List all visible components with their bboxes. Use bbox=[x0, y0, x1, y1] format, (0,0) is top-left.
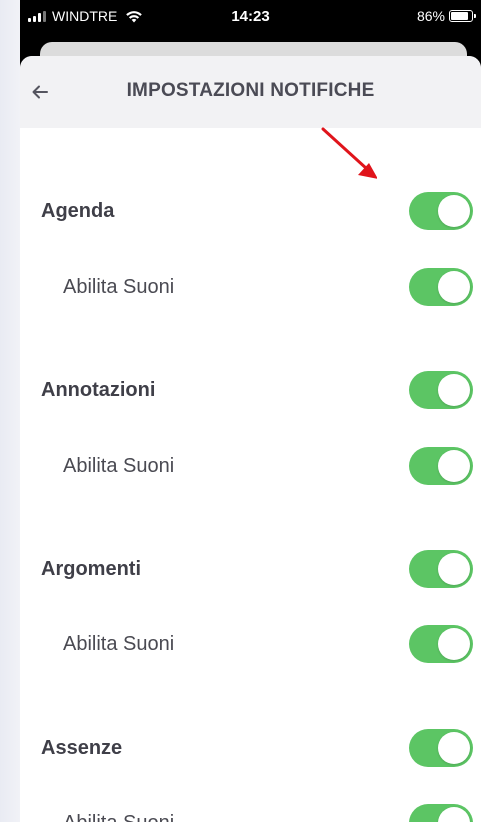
toggle-knob bbox=[438, 374, 470, 406]
toggle-knob bbox=[438, 195, 470, 227]
setting-row-agenda: Agenda bbox=[20, 191, 481, 231]
battery-level bbox=[451, 12, 469, 20]
setting-label: Assenze bbox=[41, 736, 123, 759]
toggle-knob bbox=[438, 271, 470, 303]
phone-screen: WINDTRE 14:23 86% IMPOSTAZIONI NOTIFICHE bbox=[20, 0, 481, 822]
battery-icon bbox=[449, 10, 476, 22]
setting-row-argomenti: Argomenti bbox=[20, 549, 481, 589]
setting-label: Argomenti bbox=[41, 557, 141, 580]
toggle-agenda[interactable] bbox=[409, 192, 473, 230]
battery-group: 86% bbox=[416, 8, 476, 24]
battery-percent: 86% bbox=[416, 8, 445, 24]
setting-row-agenda-sounds: Abilita Suoni bbox=[20, 267, 481, 307]
setting-row-argomenti-sounds: Abilita Suoni bbox=[20, 624, 481, 664]
toggle-annotazioni-sounds[interactable] bbox=[409, 447, 473, 485]
setting-sub-label: Abilita Suoni bbox=[63, 632, 175, 655]
status-bar: WINDTRE 14:23 86% bbox=[20, 0, 481, 44]
setting-sub-label: Abilita Suoni bbox=[63, 812, 174, 822]
toggle-agenda-sounds[interactable] bbox=[409, 268, 473, 306]
toggle-argomenti-sounds[interactable] bbox=[409, 625, 473, 663]
setting-row-assenze: Assenze bbox=[20, 728, 481, 768]
setting-sub-label: Abilita Suoni bbox=[63, 275, 175, 298]
toggle-knob bbox=[438, 732, 470, 764]
setting-label: Annotazioni bbox=[41, 378, 156, 401]
settings-sheet: IMPOSTAZIONI NOTIFICHE Agenda Abilita Su… bbox=[20, 56, 481, 822]
toggle-annotazioni[interactable] bbox=[409, 371, 473, 409]
toggle-assenze[interactable] bbox=[409, 729, 473, 767]
setting-row-assenze-sounds: Abilita Suoni bbox=[20, 803, 481, 822]
page-title: IMPOSTAZIONI NOTIFICHE bbox=[126, 80, 375, 101]
toggle-argomenti[interactable] bbox=[409, 550, 473, 588]
toggle-assenze-sounds[interactable] bbox=[409, 804, 473, 822]
nav-bar: IMPOSTAZIONI NOTIFICHE bbox=[20, 56, 481, 128]
setting-label: Agenda bbox=[41, 199, 115, 222]
toggle-knob bbox=[438, 628, 470, 660]
setting-row-annotazioni: Annotazioni bbox=[20, 370, 481, 410]
toggle-knob bbox=[438, 553, 470, 585]
setting-row-annotazioni-sounds: Abilita Suoni bbox=[20, 446, 481, 486]
status-time: 14:23 bbox=[231, 8, 270, 25]
toggle-knob bbox=[438, 450, 470, 482]
toggle-knob bbox=[438, 807, 470, 822]
setting-sub-label: Abilita Suoni bbox=[63, 454, 175, 477]
